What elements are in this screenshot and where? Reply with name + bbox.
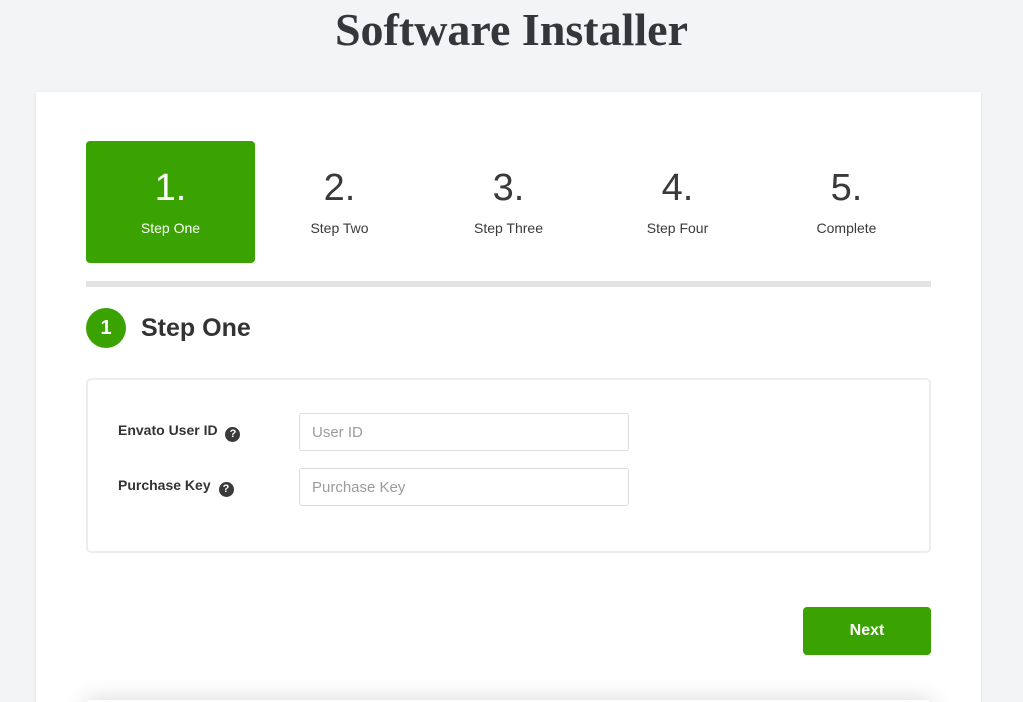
stepper-item-step-one[interactable]: 1. Step One [86,141,255,263]
step-number: 3. [493,169,525,207]
step-label: Complete [817,220,877,236]
help-icon[interactable]: ? [219,482,234,497]
field-row-envato-user-id: Envato User ID ? [118,413,899,451]
step-number: 5. [831,169,863,207]
envato-user-id-label-text: Envato User ID [118,422,218,438]
step-label: Step Three [474,220,543,236]
stepper-progress-track [86,281,931,287]
page: Software Installer 1. Step One 2. Step T… [0,0,1023,702]
stepper-item-complete[interactable]: 5. Complete [762,141,931,263]
next-button[interactable]: Next [803,607,931,655]
step-number: 1. [155,169,187,207]
form-panel: Envato User ID ? Purchase Key ? [86,378,931,553]
stepper-item-step-four[interactable]: 4. Step Four [593,141,762,263]
help-icon[interactable]: ? [225,427,240,442]
step-number: 4. [662,169,694,207]
stepper-item-step-two[interactable]: 2. Step Two [255,141,424,263]
step-label: Step Four [647,220,708,236]
step-number-badge: 1 [86,308,126,348]
page-title: Software Installer [0,0,1023,56]
step-label: Step One [141,220,200,236]
envato-user-id-input[interactable] [299,413,629,451]
purchase-key-input[interactable] [299,468,629,506]
section-heading: Step One [141,314,251,343]
stepper: 1. Step One 2. Step Two 3. Step Three 4.… [86,141,931,263]
step-label: Step Two [310,220,368,236]
field-row-purchase-key: Purchase Key ? [118,468,899,506]
step-number: 2. [324,169,356,207]
installer-card: 1. Step One 2. Step Two 3. Step Three 4.… [36,92,981,702]
purchase-key-label-text: Purchase Key [118,477,211,493]
purchase-key-label: Purchase Key ? [118,477,299,497]
section-header: 1 Step One [86,308,931,348]
envato-user-id-label: Envato User ID ? [118,422,299,442]
actions-bar: Next [86,607,931,655]
stepper-item-step-three[interactable]: 3. Step Three [424,141,593,263]
